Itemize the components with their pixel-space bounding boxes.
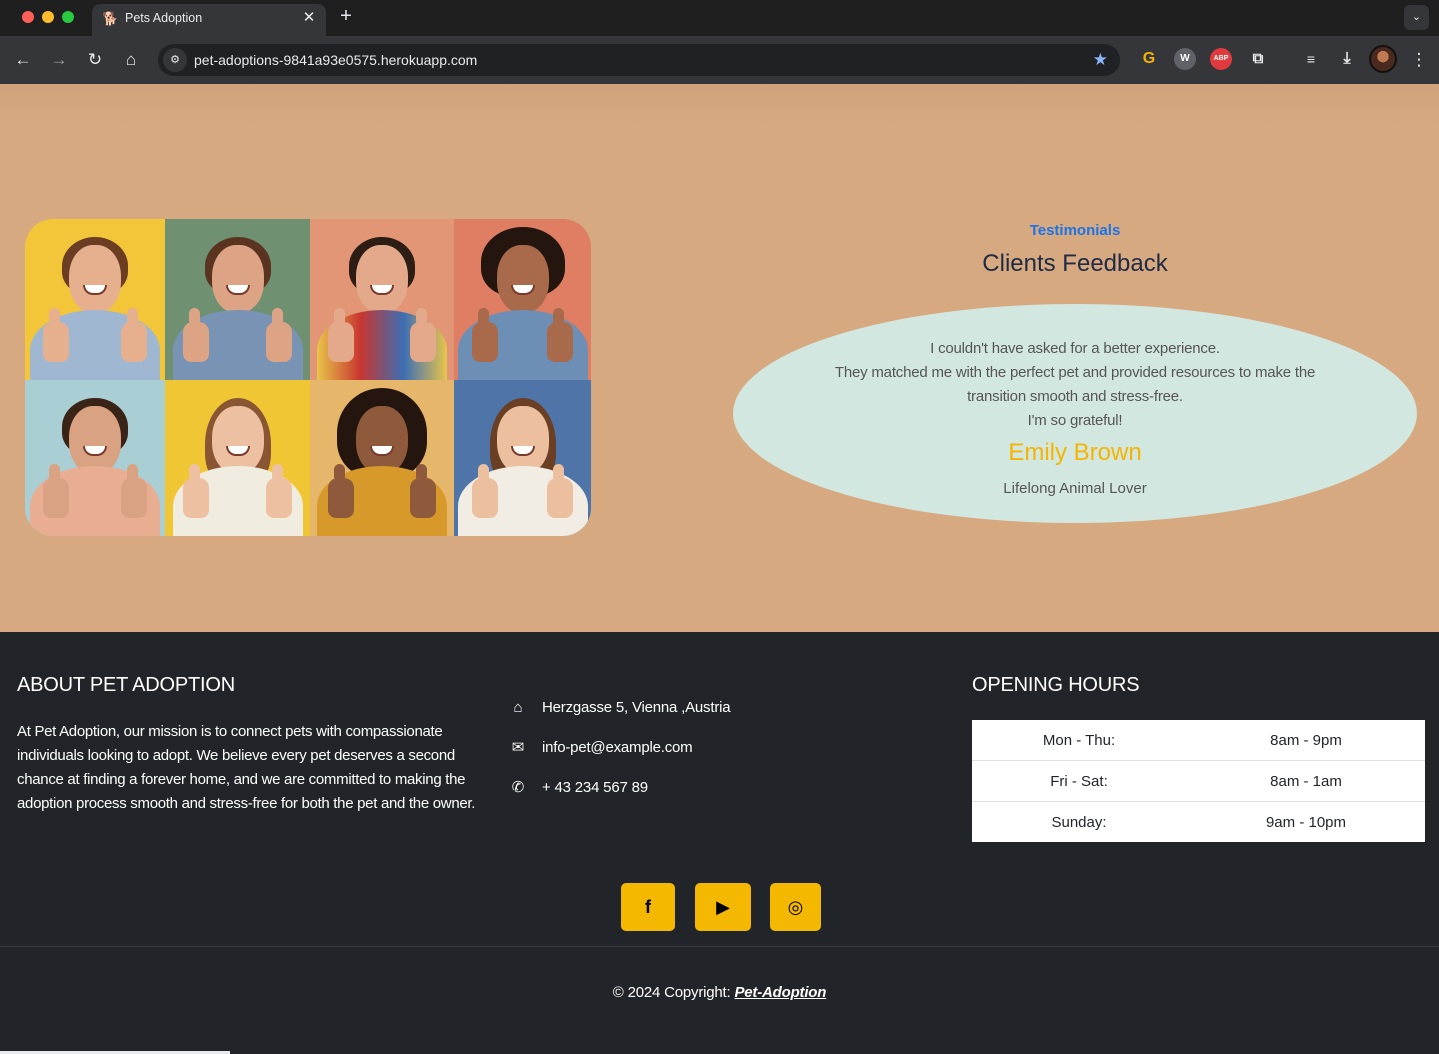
testimonial-author-role: Lifelong Animal Lover [1003, 480, 1147, 497]
facebook-button[interactable]: f [621, 883, 675, 931]
dog-favicon-icon: 🐕 [102, 11, 119, 26]
quote-line: I couldn't have asked for a better exper… [930, 340, 1220, 357]
back-arrow-icon[interactable]: ← [11, 48, 35, 72]
client-photo [25, 219, 165, 380]
browser-titlebar: 🐕 Pets Adoption ✕ + ⌄ [0, 0, 1439, 36]
bookmark-star-icon[interactable]: ★ [1093, 49, 1108, 71]
hours-day: Mon - Thu: [1042, 732, 1116, 749]
hours-time: 9am - 10pm [1265, 814, 1347, 831]
profile-avatar[interactable] [1369, 45, 1397, 73]
window-maximize-button[interactable] [62, 11, 74, 23]
media-controls-icon[interactable]: ≡ [1300, 48, 1322, 70]
site-info-icon[interactable]: ⚙ [163, 48, 187, 72]
hours-time: 8am - 1am [1270, 773, 1342, 790]
client-photo [25, 380, 165, 536]
browser-menu-icon[interactable]: ⋮ [1409, 48, 1429, 72]
quote-line: They matched me with the perfect pet and… [834, 364, 1316, 381]
instagram-icon: ◎ [787, 897, 804, 917]
client-photo [454, 219, 591, 380]
client-photo [165, 380, 310, 536]
youtube-icon: ▶ [716, 897, 730, 917]
client-photo [310, 380, 454, 536]
quote-line: I'm so grateful! [1027, 412, 1123, 429]
address-text: Herzgasse 5, Vienna ,Austria [542, 699, 731, 716]
home-icon: ⌂ [513, 699, 523, 716]
clients-feedback-title: Clients Feedback [982, 250, 1168, 277]
new-tab-button[interactable]: + [336, 6, 356, 26]
downloads-icon[interactable]: ⤓ [1336, 48, 1358, 70]
facebook-icon: f [645, 897, 651, 917]
copyright-text: © 2024 Copyright: [612, 984, 735, 1001]
client-photo [310, 219, 454, 380]
email-text[interactable]: info-pet@example.com [542, 739, 693, 756]
browser-tab[interactable]: 🐕 Pets Adoption ✕ [92, 4, 326, 36]
forward-arrow-icon[interactable]: → [47, 48, 71, 72]
client-photo [454, 380, 591, 536]
site-footer: ABOUT PET ADOPTION At Pet Adoption, our … [0, 632, 1439, 1054]
about-heading: ABOUT PET ADOPTION [17, 674, 235, 696]
section-top-fade [0, 84, 1439, 124]
phone-icon: ✆ [511, 779, 525, 796]
copyright: © 2024 Copyright: Pet-Adoption [0, 984, 1439, 1001]
testimonials-label: Testimonials [1029, 222, 1121, 239]
client-photo [165, 219, 310, 380]
hours-day: Sunday: [1051, 814, 1107, 831]
table-row: Sunday: 9am - 10pm [972, 802, 1425, 843]
hours-time: 8am - 9pm [1270, 732, 1342, 749]
phone-text[interactable]: + 43 234 567 89 [542, 779, 648, 796]
browser-toolbar: ← → ↻ ⌂ ⚙ pet-adoptions-9841a93e0575.her… [0, 36, 1439, 84]
address-bar[interactable]: ⚙ pet-adoptions-9841a93e0575.herokuapp.c… [158, 44, 1120, 76]
opening-hours-heading: OPENING HOURS [972, 674, 1140, 696]
quote-line: transition smooth and stress-free. [967, 388, 1183, 405]
window-close-button[interactable] [22, 11, 34, 23]
grammarly-icon[interactable]: G [1138, 48, 1160, 70]
footer-divider [0, 946, 1439, 947]
about-text: At Pet Adoption, our mission is to conne… [17, 723, 476, 812]
envelope-icon: ✉ [511, 739, 525, 756]
tab-close-icon[interactable]: ✕ [301, 10, 317, 26]
wappalyzer-icon[interactable]: W [1174, 48, 1196, 70]
copyright-link[interactable]: Pet-Adoption [734, 984, 826, 1001]
tab-search-chevron-icon[interactable]: ⌄ [1404, 5, 1429, 30]
testimonial-section: Testimonials Clients Feedback I couldn't… [0, 84, 1439, 632]
extensions-icon[interactable]: ⧉ [1247, 48, 1269, 70]
reload-icon[interactable]: ↻ [83, 48, 107, 72]
home-icon[interactable]: ⌂ [119, 48, 143, 72]
table-row: Mon - Thu: 8am - 9pm [972, 720, 1425, 761]
happy-clients-photo-collage [25, 219, 591, 536]
url-text[interactable]: pet-adoptions-9841a93e0575.herokuapp.com [194, 52, 477, 68]
youtube-button[interactable]: ▶ [695, 883, 751, 931]
opening-hours-table: Mon - Thu: 8am - 9pm Fri - Sat: 8am - 1a… [972, 720, 1425, 842]
testimonial-author-name: Emily Brown [1008, 439, 1142, 466]
hours-day: Fri - Sat: [1050, 773, 1108, 790]
window-minimize-button[interactable] [42, 11, 54, 23]
instagram-button[interactable]: ◎ [770, 883, 821, 931]
tab-title: Pets Adoption [125, 11, 203, 25]
table-row: Fri - Sat: 8am - 1am [972, 761, 1425, 802]
adblock-plus-icon[interactable]: ABP [1210, 48, 1232, 70]
page-content: Testimonials Clients Feedback I couldn't… [0, 84, 1439, 1054]
